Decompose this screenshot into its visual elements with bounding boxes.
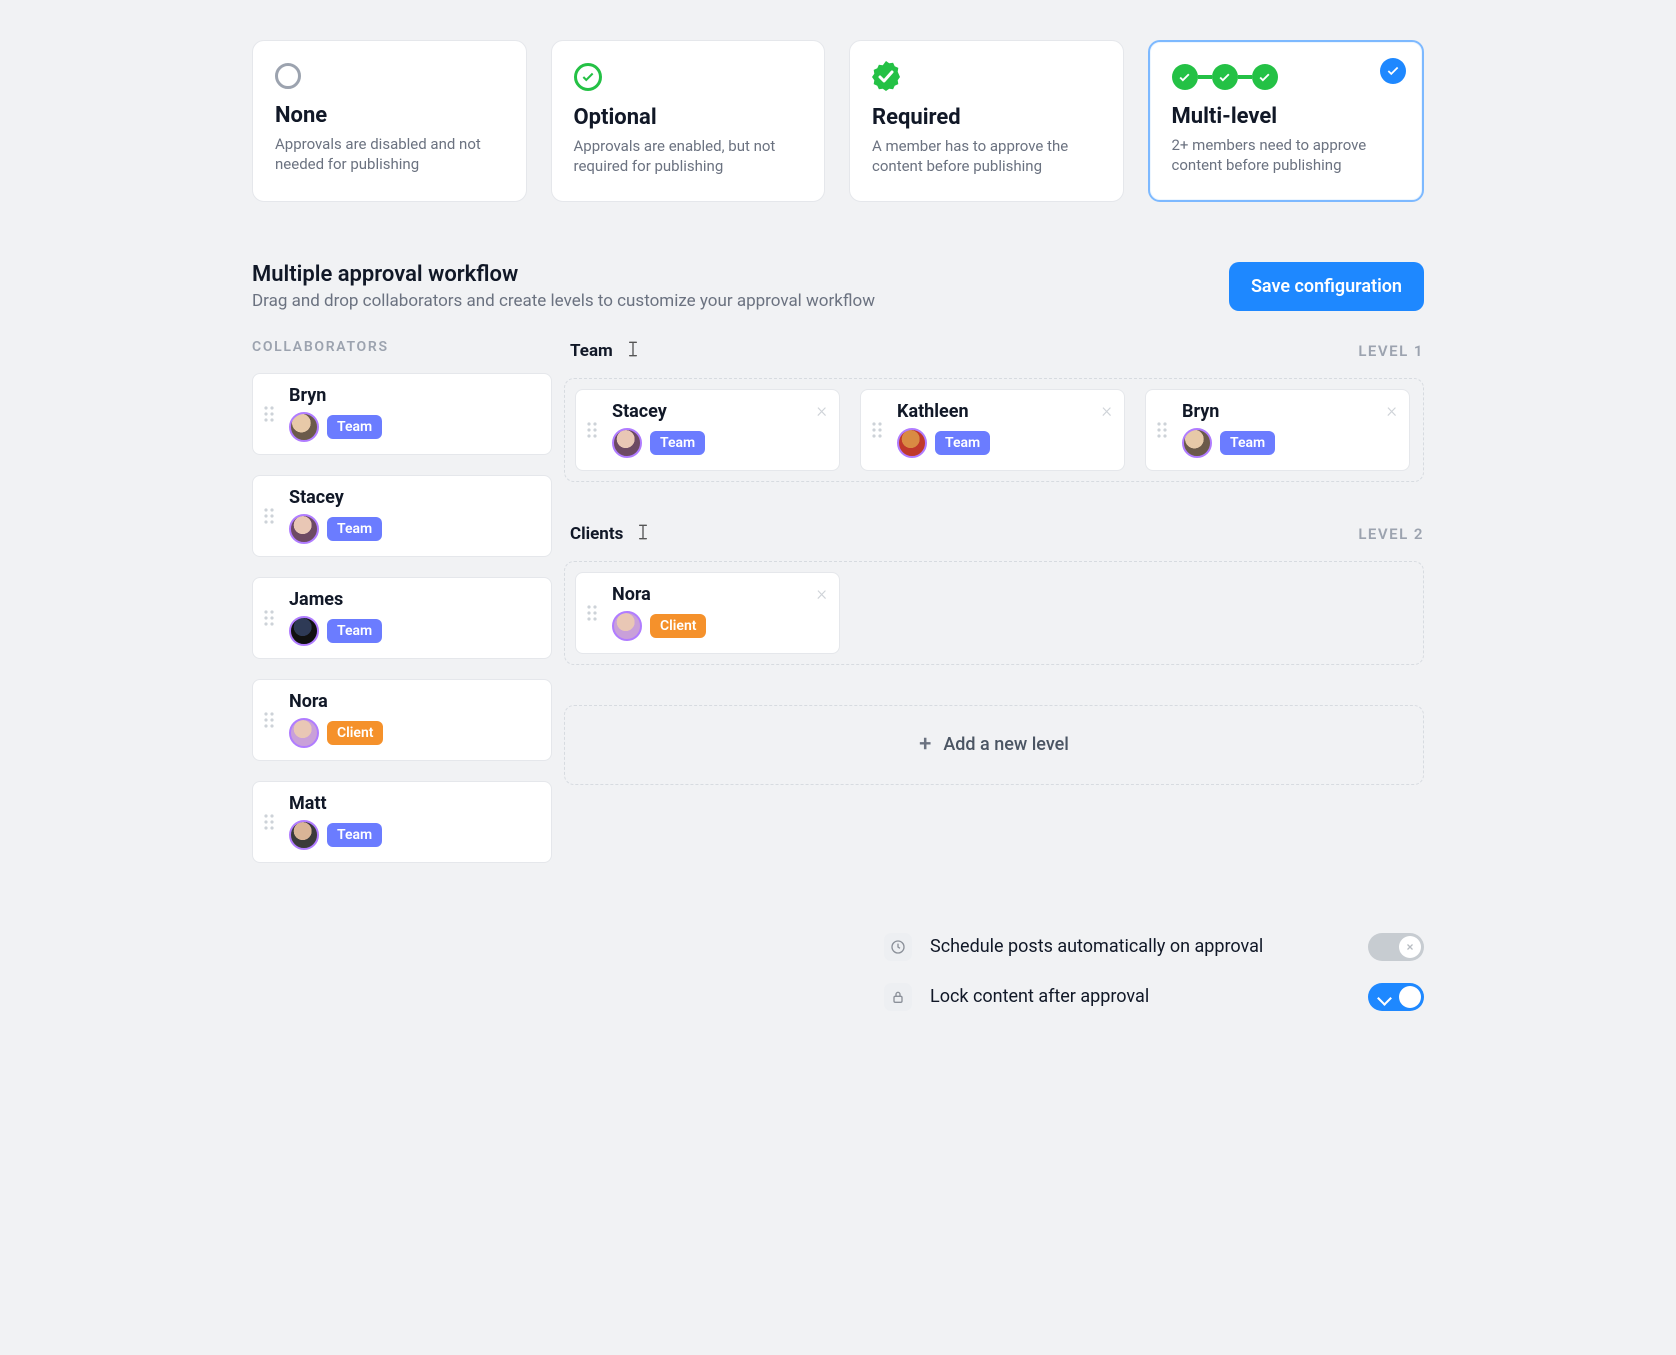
clock-icon: [884, 933, 912, 961]
option-title: Multi-level: [1172, 104, 1401, 129]
option-multilevel[interactable]: Multi-level 2+ members need to approve c…: [1148, 40, 1425, 202]
option-title: Required: [872, 105, 1101, 130]
collaborators-list: Bryn Team Stacey Team James Team: [252, 373, 552, 863]
option-title: None: [275, 103, 504, 128]
role-chip: Team: [1220, 431, 1275, 455]
avatar: [289, 718, 319, 748]
level-dropzone[interactable]: Nora Client ×: [564, 561, 1424, 665]
person-card[interactable]: Stacey Team ×: [575, 389, 840, 471]
check-outline-icon: [574, 63, 602, 91]
role-chip: Team: [327, 517, 382, 541]
option-title: Optional: [574, 105, 803, 130]
person-card[interactable]: Nora Client ×: [575, 572, 840, 654]
option-desc: A member has to approve the content befo…: [872, 136, 1101, 177]
drag-handle-icon[interactable]: [253, 680, 285, 760]
drag-handle-icon[interactable]: [253, 374, 285, 454]
remove-person-button[interactable]: ×: [1102, 400, 1112, 420]
person-name: James: [289, 589, 537, 610]
role-chip: Client: [327, 721, 383, 745]
section-title: Multiple approval workflow: [252, 262, 875, 287]
role-chip: Team: [327, 823, 382, 847]
setting-lock-after-approval: Lock content after approval: [884, 983, 1424, 1011]
rename-level-icon[interactable]: [623, 339, 643, 364]
role-chip: Client: [650, 614, 706, 638]
toggle-schedule[interactable]: [1368, 933, 1424, 961]
avatar: [612, 428, 642, 458]
avatar: [897, 428, 927, 458]
plus-icon: +: [919, 732, 931, 757]
role-chip: Team: [327, 619, 382, 643]
person-card[interactable]: Bryn Team ×: [1145, 389, 1410, 471]
option-none[interactable]: None Approvals are disabled and not need…: [252, 40, 527, 202]
person-card[interactable]: Stacey Team: [252, 475, 552, 557]
drag-handle-icon[interactable]: [861, 390, 893, 470]
approval-mode-options: None Approvals are disabled and not need…: [252, 40, 1424, 202]
drag-handle-icon[interactable]: [576, 390, 608, 470]
setting-schedule-on-approval: Schedule posts automatically on approval: [884, 933, 1424, 961]
section-subtitle: Drag and drop collaborators and create l…: [252, 291, 875, 311]
level-tag: LEVEL 2: [1358, 525, 1424, 543]
add-level-label: Add a new level: [943, 734, 1069, 755]
role-chip: Team: [327, 415, 382, 439]
avatar: [289, 412, 319, 442]
remove-person-button[interactable]: ×: [817, 400, 827, 420]
level-tag: LEVEL 1: [1358, 342, 1424, 360]
setting-label: Schedule posts automatically on approval: [930, 936, 1350, 957]
check-filled-icon: [1380, 58, 1406, 84]
circle-empty-icon: [275, 63, 301, 89]
role-chip: Team: [935, 431, 990, 455]
avatar: [612, 611, 642, 641]
lock-icon: [884, 983, 912, 1011]
multi-check-chain-icon: [1172, 64, 1401, 90]
drag-handle-icon[interactable]: [1146, 390, 1178, 470]
person-name: Stacey: [289, 487, 537, 508]
option-optional[interactable]: Optional Approvals are enabled, but not …: [551, 40, 826, 202]
person-card[interactable]: Kathleen Team ×: [860, 389, 1125, 471]
check-burst-icon: [872, 63, 900, 91]
person-name: Nora: [289, 691, 537, 712]
person-name: Nora: [612, 584, 825, 605]
save-configuration-button[interactable]: Save configuration: [1229, 262, 1424, 311]
avatar: [289, 820, 319, 850]
person-card[interactable]: James Team: [252, 577, 552, 659]
person-card[interactable]: Matt Team: [252, 781, 552, 863]
person-name: Kathleen: [897, 401, 1110, 422]
person-name: Bryn: [1182, 401, 1395, 422]
collaborators-heading: COLLABORATORS: [252, 339, 552, 355]
person-name: Bryn: [289, 385, 537, 406]
drag-handle-icon[interactable]: [253, 578, 285, 658]
avatar: [1182, 428, 1212, 458]
option-required[interactable]: Required A member has to approve the con…: [849, 40, 1124, 202]
person-card[interactable]: Nora Client: [252, 679, 552, 761]
remove-person-button[interactable]: ×: [1387, 400, 1397, 420]
setting-label: Lock content after approval: [930, 986, 1350, 1007]
option-desc: Approvals are disabled and not needed fo…: [275, 134, 504, 175]
avatar: [289, 616, 319, 646]
remove-person-button[interactable]: ×: [817, 583, 827, 603]
toggle-lock[interactable]: [1368, 983, 1424, 1011]
drag-handle-icon[interactable]: [253, 476, 285, 556]
add-level-button[interactable]: + Add a new level: [564, 705, 1424, 785]
option-desc: 2+ members need to approve content befor…: [1172, 135, 1401, 176]
drag-handle-icon[interactable]: [576, 573, 608, 653]
role-chip: Team: [650, 431, 705, 455]
person-card[interactable]: Bryn Team: [252, 373, 552, 455]
person-name: Matt: [289, 793, 537, 814]
level-dropzone[interactable]: Stacey Team × Kathleen Team × Bryn Team: [564, 378, 1424, 482]
levels-column: Team LEVEL 1 Stacey Team × Kathleen: [564, 339, 1424, 785]
rename-level-icon[interactable]: [633, 522, 653, 547]
drag-handle-icon[interactable]: [253, 782, 285, 862]
option-desc: Approvals are enabled, but not required …: [574, 136, 803, 177]
level-name[interactable]: Clients: [570, 524, 623, 544]
level-name[interactable]: Team: [570, 341, 613, 361]
person-name: Stacey: [612, 401, 825, 422]
avatar: [289, 514, 319, 544]
